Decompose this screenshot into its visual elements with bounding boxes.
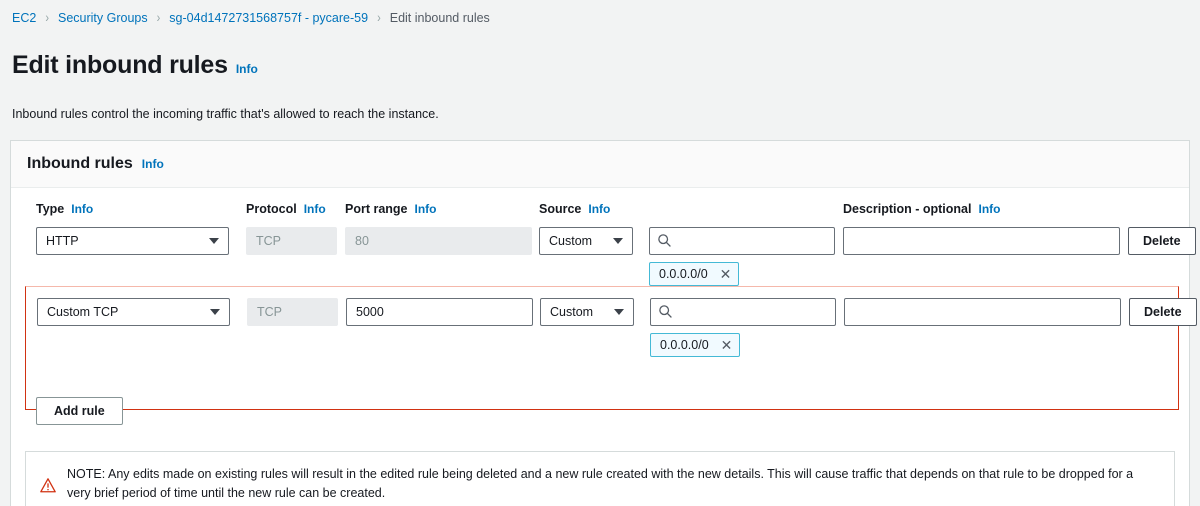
card-info-link[interactable]: Info <box>142 157 164 171</box>
source-type-value: Custom <box>549 233 593 248</box>
rule-row: HTTP TCP 80 Custom 0.0.0.0/0 ✕ Delete <box>25 216 1196 286</box>
protocol-info-link[interactable]: Info <box>304 202 326 216</box>
column-label-port-range: Port range <box>345 201 408 216</box>
column-headers: Type Info Protocol Info Port range Info … <box>25 202 1175 216</box>
column-header-protocol: Protocol Info <box>246 202 337 216</box>
source-type-value: Custom <box>550 304 594 319</box>
rule-protocol-cell: TCP <box>246 226 337 255</box>
column-label-source: Source <box>539 201 582 216</box>
column-label-description: Description - optional <box>843 201 972 216</box>
source-info-link[interactable]: Info <box>588 202 610 216</box>
breadcrumb-item-current: Edit inbound rules <box>389 11 490 25</box>
rule-description-cell <box>844 297 1121 326</box>
breadcrumb-item-security-groups[interactable]: Security Groups <box>58 11 148 25</box>
page-title: Edit inbound rules <box>12 50 228 79</box>
type-info-link[interactable]: Info <box>71 202 93 216</box>
chevron-down-icon <box>209 237 219 244</box>
page-info-link[interactable]: Info <box>236 62 258 76</box>
inbound-rules-card: Inbound rules Info Type Info Protocol In… <box>10 139 1197 506</box>
type-select-value: HTTP <box>46 233 79 248</box>
rule-protocol-cell: TCP <box>247 297 338 326</box>
rule-delete-cell: Delete <box>1129 297 1199 326</box>
rule-source-input-cell: 0.0.0.0/0 ✕ <box>650 297 836 357</box>
type-select[interactable]: Custom TCP <box>37 297 230 326</box>
source-type-select[interactable]: Custom <box>540 297 634 326</box>
rule-port-range-cell: 5000 <box>346 297 533 326</box>
rule-source-select-cell: Custom <box>539 226 633 255</box>
port-range-value: 80 <box>355 233 369 248</box>
source-search-input[interactable] <box>649 226 835 255</box>
card-title: Inbound rules <box>27 154 133 172</box>
type-select[interactable]: HTTP <box>36 226 229 255</box>
column-header-source: Source Info <box>539 202 633 216</box>
note-text: NOTE: Any edits made on existing rules w… <box>67 466 1134 500</box>
column-header-port-range: Port range Info <box>345 202 532 216</box>
protocol-value: TCP <box>256 233 281 248</box>
breadcrumb-item-security-group-id[interactable]: sg-04d1472731568757f - pycare-59 <box>169 11 368 25</box>
rule-source-select-cell: Custom <box>540 297 634 326</box>
delete-rule-button[interactable]: Delete <box>1128 226 1196 255</box>
source-token-chip[interactable]: 0.0.0.0/0 ✕ <box>650 332 741 357</box>
delete-rule-button[interactable]: Delete <box>1129 297 1197 326</box>
breadcrumb-item-ec2[interactable]: EC2 <box>12 11 36 25</box>
port-range-info-link[interactable]: Info <box>415 202 437 216</box>
chevron-down-icon <box>210 308 220 315</box>
protocol-field: TCP <box>246 226 337 255</box>
column-header-type: Type Info <box>36 202 229 216</box>
page-header: Edit inbound rules Info Inbound rules co… <box>0 28 1200 121</box>
column-label-protocol: Protocol <box>246 201 297 216</box>
breadcrumb: EC2 › Security Groups › sg-04d1472731568… <box>0 0 1200 28</box>
protocol-field: TCP <box>247 297 338 326</box>
remove-token-icon[interactable]: ✕ <box>721 338 733 352</box>
chevron-down-icon <box>613 237 623 244</box>
port-range-field: 80 <box>345 226 532 255</box>
card-header: Inbound rules Info <box>11 140 1189 188</box>
chevron-down-icon <box>614 308 624 315</box>
rule-description-cell <box>843 226 1120 255</box>
page-description: Inbound rules control the incoming traff… <box>12 106 439 121</box>
add-rule-button[interactable]: Add rule <box>36 396 123 425</box>
breadcrumb-separator-icon: › <box>45 10 49 26</box>
protocol-value: TCP <box>257 304 282 319</box>
source-token-chip[interactable]: 0.0.0.0/0 ✕ <box>649 261 740 286</box>
rule-source-input-cell: 0.0.0.0/0 ✕ <box>649 226 835 286</box>
rule-type-cell: Custom TCP <box>37 297 230 326</box>
source-type-select[interactable]: Custom <box>539 226 633 255</box>
remove-token-icon[interactable]: ✕ <box>720 267 732 281</box>
breadcrumb-separator-icon: › <box>156 10 161 26</box>
port-range-field[interactable]: 5000 <box>346 297 533 326</box>
column-label-type: Type <box>36 201 65 216</box>
port-range-value: 5000 <box>356 304 384 319</box>
source-search-input[interactable] <box>650 297 836 326</box>
rule-type-cell: HTTP <box>36 226 229 255</box>
breadcrumb-separator-icon: › <box>377 10 381 26</box>
source-token-label: 0.0.0.0/0 <box>660 337 709 352</box>
note-box: NOTE: Any edits made on existing rules w… <box>25 450 1175 506</box>
source-token-label: 0.0.0.0/0 <box>659 266 708 281</box>
type-select-value: Custom TCP <box>47 304 119 319</box>
rule-delete-cell: Delete <box>1128 226 1198 255</box>
rule-row: Custom TCP TCP 5000 Custom 0.0.0.0/0 ✕ D… <box>25 285 1197 410</box>
description-info-link[interactable]: Info <box>978 202 1000 216</box>
card-body: Type Info Protocol Info Port range Info … <box>11 188 1197 439</box>
description-input[interactable] <box>844 297 1121 326</box>
warning-triangle-icon <box>40 477 56 492</box>
rule-port-range-cell: 80 <box>345 226 532 255</box>
description-input[interactable] <box>843 226 1120 255</box>
column-header-description: Description - optional Info <box>843 202 1120 216</box>
